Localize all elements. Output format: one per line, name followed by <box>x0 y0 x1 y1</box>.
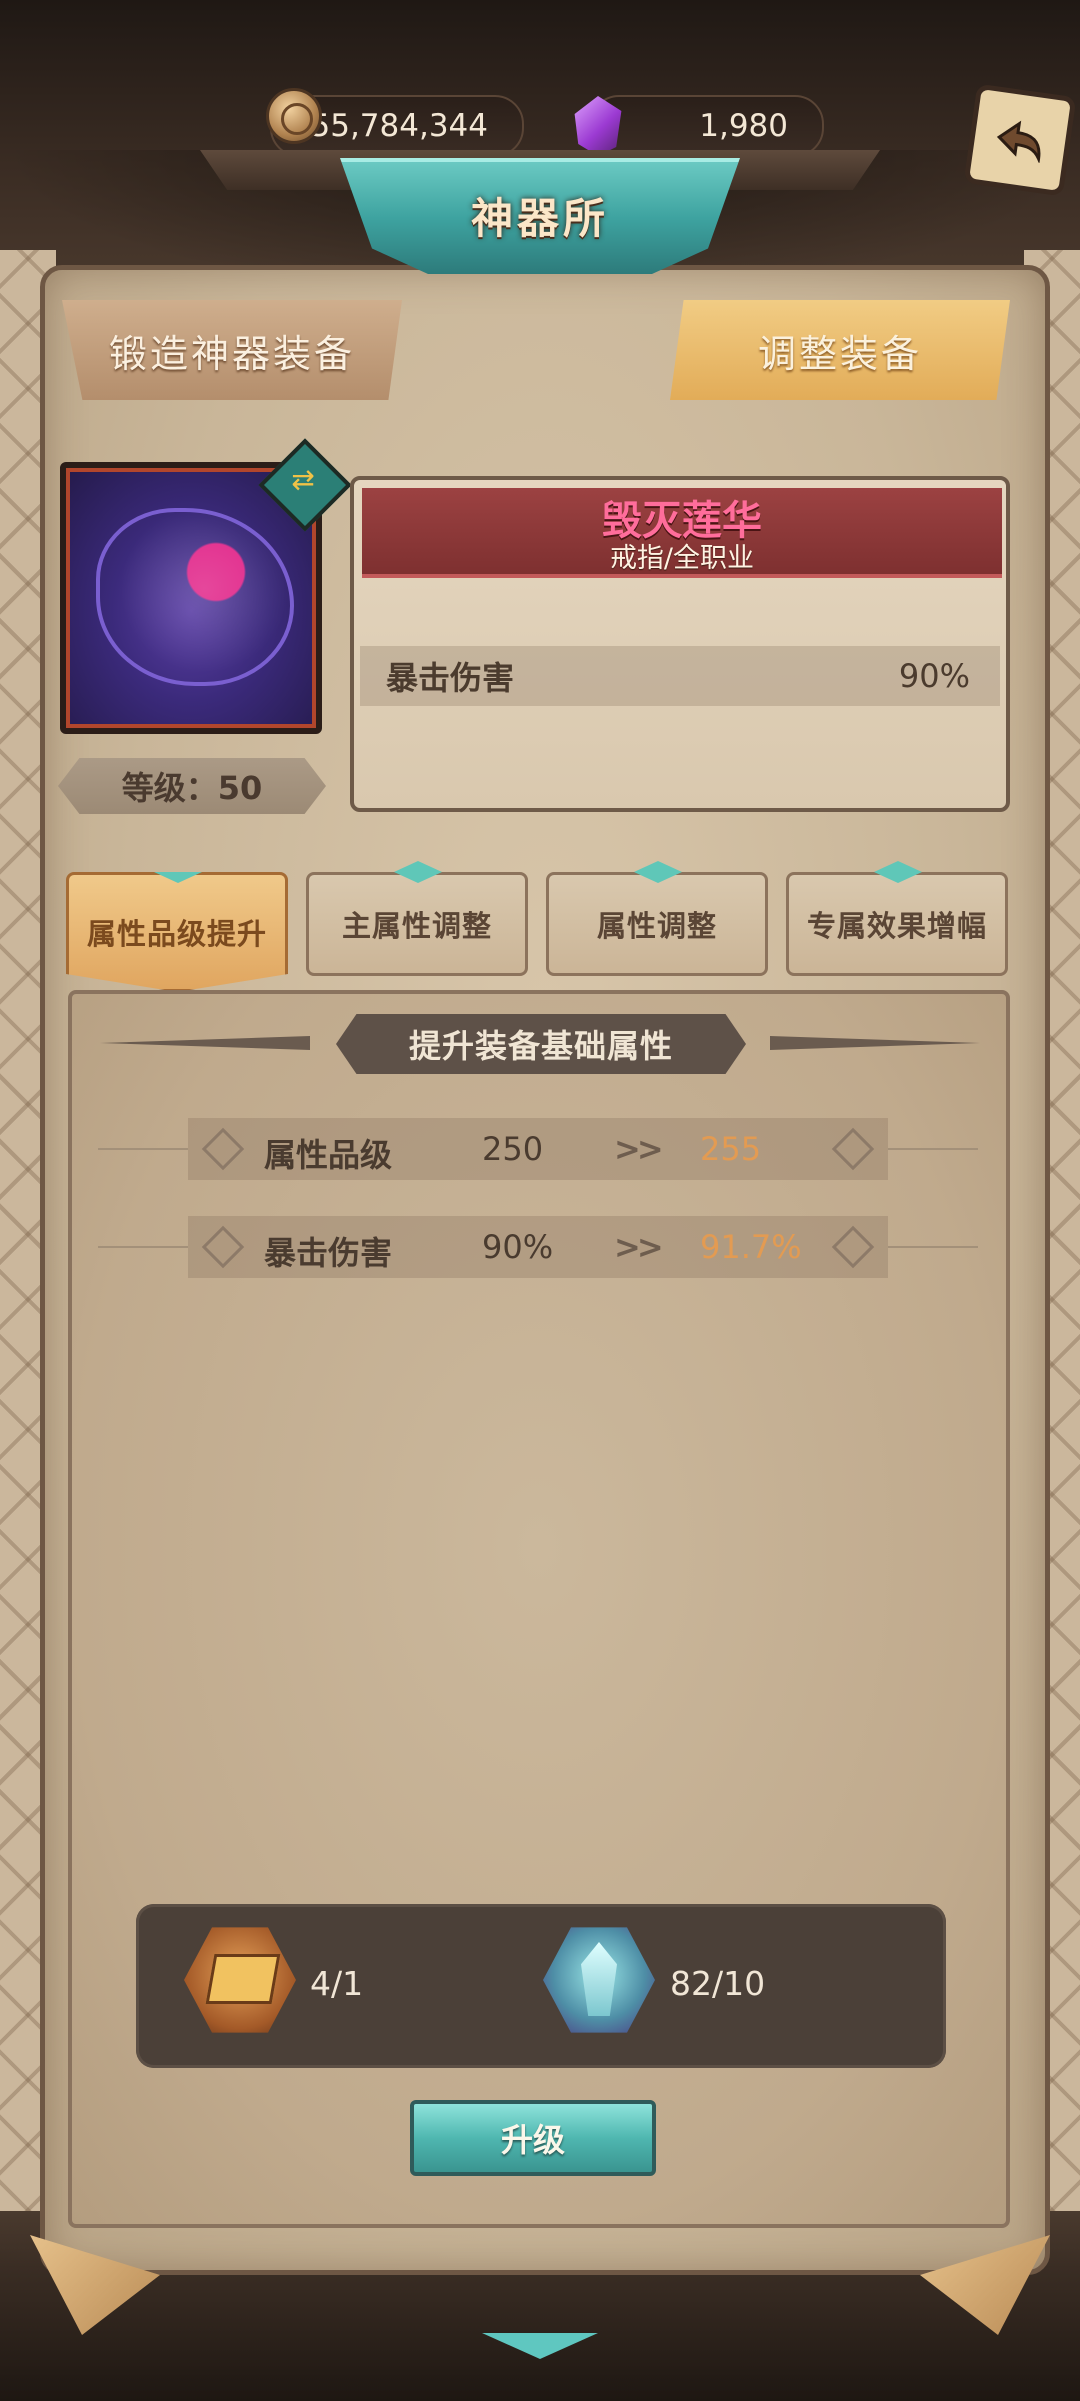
stat-label: 暴击伤害 <box>386 659 515 697</box>
row-line <box>888 1148 978 1150</box>
compare-from: 90% <box>482 1228 554 1266</box>
diamond-icon <box>831 1127 875 1171</box>
gem-counter: 1,980 <box>590 95 824 157</box>
diamond-icon <box>831 1225 875 1269</box>
gem-amount: 1,980 <box>699 108 788 144</box>
item-stat-row: 暴击伤害 90% <box>360 646 1000 706</box>
material-count: 4/1 <box>310 1964 364 2003</box>
tab-attribute-adjust[interactable]: 属性调整 <box>546 861 768 976</box>
arrow-right-icon: >> <box>614 1130 664 1168</box>
diamond-icon <box>201 1225 245 1269</box>
compare-to: 255 <box>700 1130 762 1168</box>
tab-label: 专属效果增幅 <box>806 909 987 943</box>
stat-value: 90% <box>898 657 970 695</box>
row-line <box>98 1246 188 1248</box>
compare-row-crit: 暴击伤害 90% >> 91.7% <box>98 1216 978 1278</box>
compare-to: 91.7% <box>700 1228 802 1266</box>
tab-main-attribute-adjust[interactable]: 主属性调整 <box>306 861 528 976</box>
diamond-icon <box>201 1127 245 1171</box>
row-line <box>888 1246 978 1248</box>
back-button[interactable] <box>963 83 1077 197</box>
gold-amount: 55,784,344 <box>310 108 489 144</box>
material-count: 82/10 <box>670 1964 766 2003</box>
arrow-right-icon: >> <box>614 1228 664 1266</box>
adjust-equipment-button[interactable]: 调整装备 <box>670 300 1010 400</box>
tab-label: 属性调整 <box>596 909 717 943</box>
item-level: 等级：50 <box>58 758 326 814</box>
coin-icon <box>266 88 322 144</box>
forge-artifact-button[interactable]: 锻造神器装备 <box>62 300 402 400</box>
section-title: 提升装备基础属性 <box>336 1014 746 1074</box>
item-type: 戒指/全职业 <box>609 543 755 574</box>
upgrade-button[interactable]: 升级 <box>410 2100 656 2176</box>
compare-row-grade: 属性品级 250 >> 255 <box>98 1118 978 1180</box>
page-title: 神器所 <box>470 194 609 243</box>
compare-label: 属性品级 <box>264 1136 393 1174</box>
tab-label: 主属性调整 <box>341 909 492 943</box>
tab-label: 属性品级提升 <box>86 917 267 951</box>
back-arrow-icon <box>996 120 1041 164</box>
tab-exclusive-effect-boost[interactable]: 专属效果增幅 <box>786 861 1008 976</box>
compare-from: 250 <box>482 1130 544 1168</box>
tab-attribute-grade-upgrade[interactable]: 属性品级提升 <box>66 872 288 992</box>
compare-label: 暴击伤害 <box>264 1234 393 1272</box>
row-line <box>98 1148 188 1150</box>
